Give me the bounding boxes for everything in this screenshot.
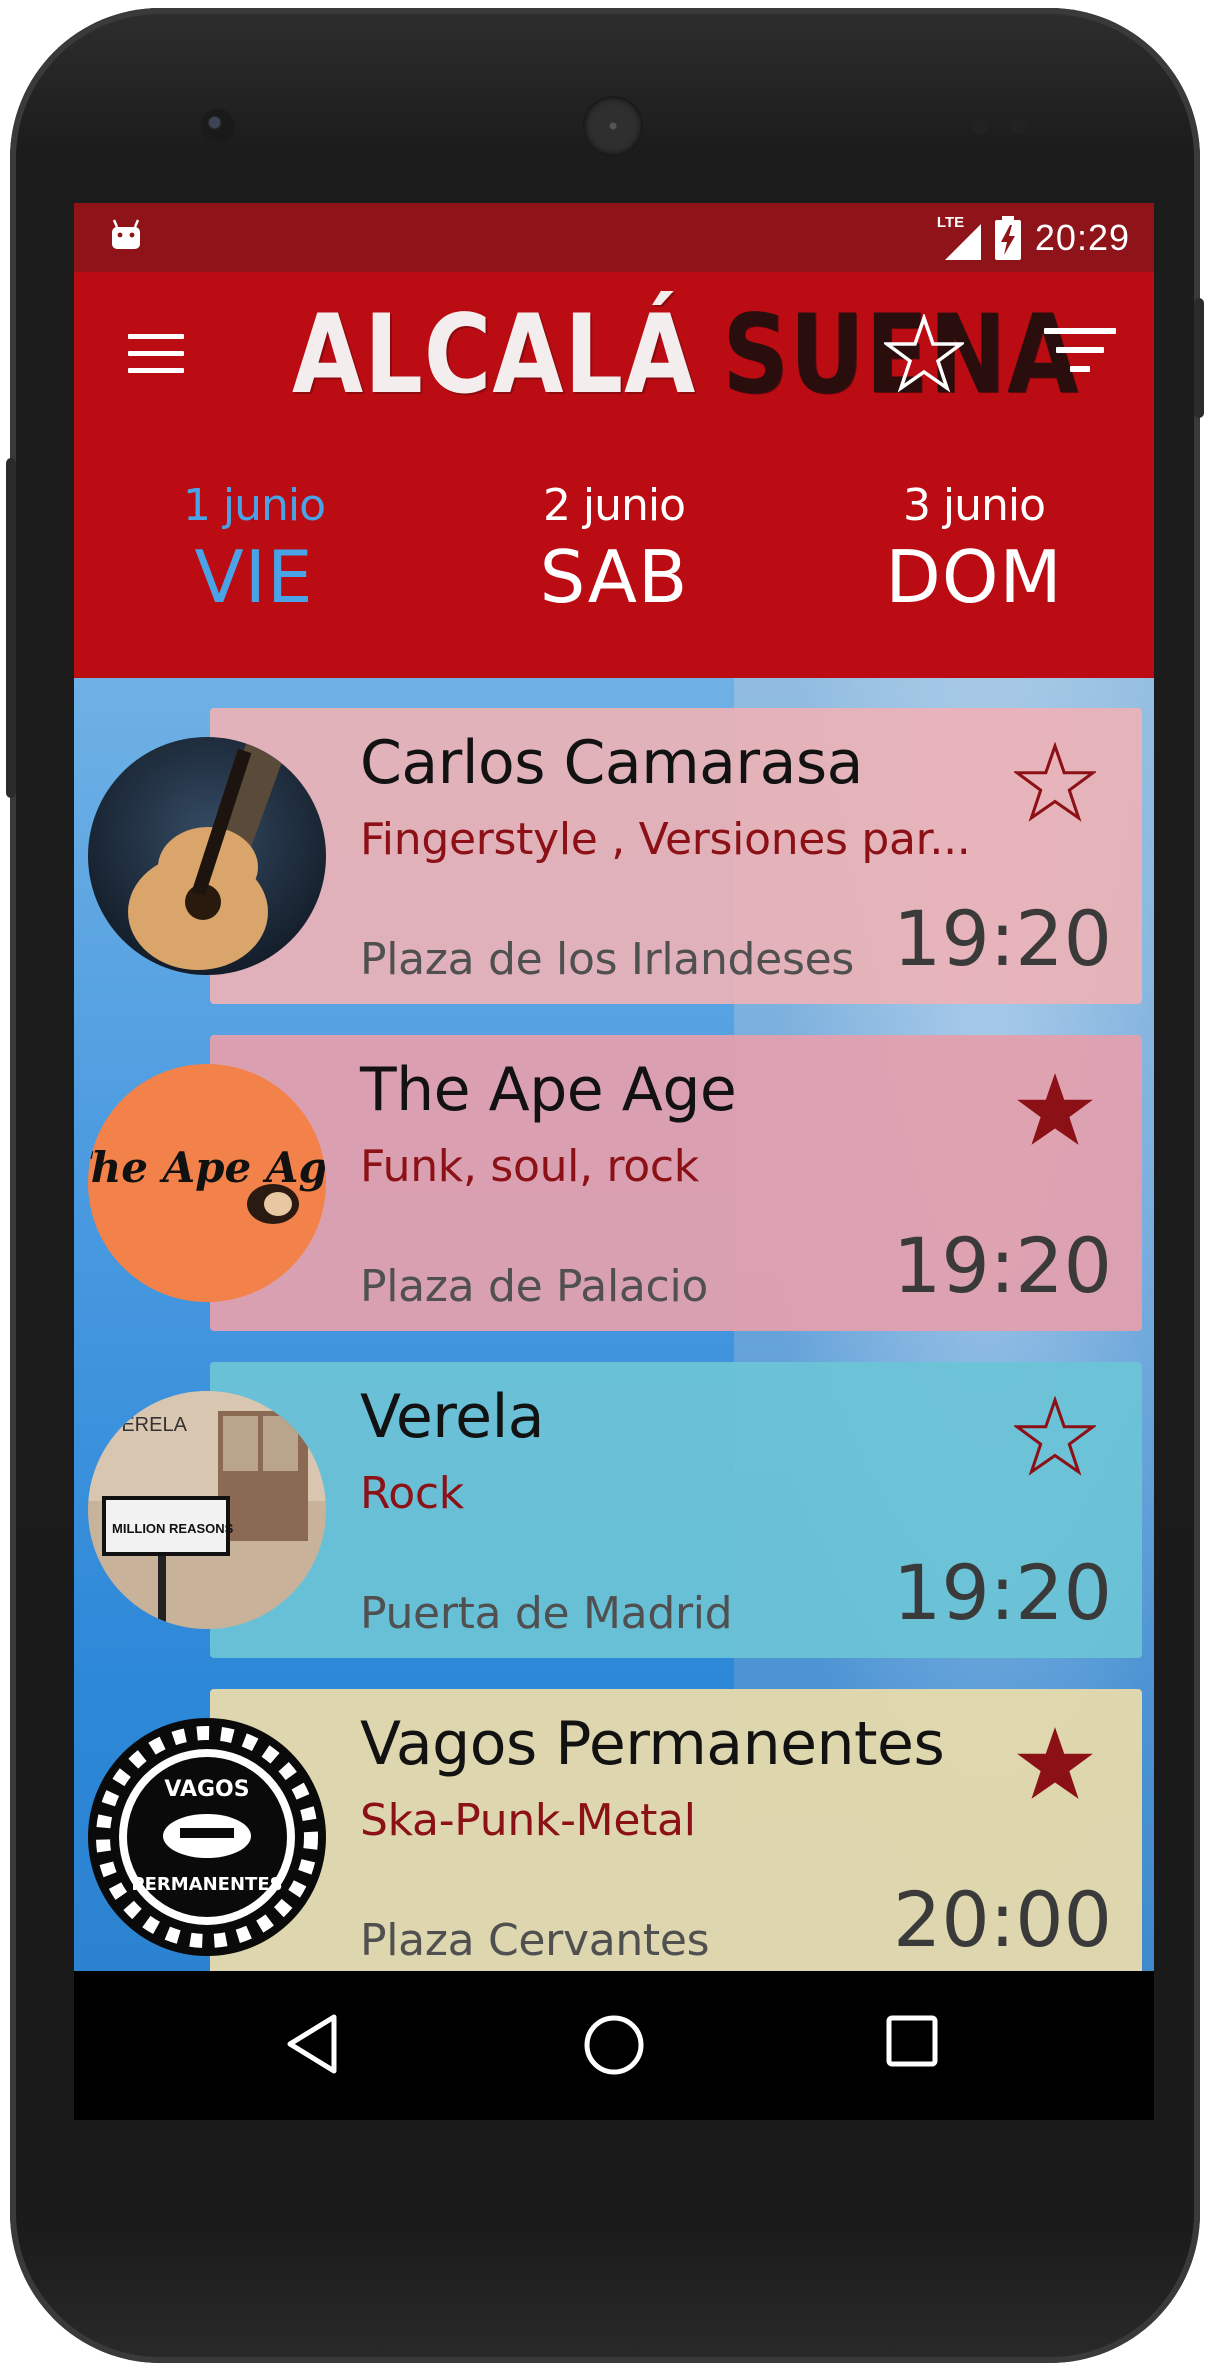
tab-vie[interactable]: 1 junio VIE [74, 462, 434, 642]
light-sensor [1010, 118, 1026, 134]
earpiece-speaker [583, 96, 643, 156]
event-genre: Funk, soul, rock [360, 1141, 699, 1192]
event-name: Vagos Permanentes [360, 1709, 945, 1779]
event-card[interactable]: Carlos Camarasa Fingerstyle , Versiones … [210, 708, 1142, 1004]
event-venue: Plaza de Palacio [360, 1261, 708, 1312]
event-genre: Fingerstyle , Versiones par... [360, 814, 971, 865]
tab-date: 3 junio [902, 480, 1046, 531]
signal-indicator: LTE [937, 214, 981, 260]
favorite-star-outline-icon[interactable] [1014, 1396, 1096, 1478]
front-camera [201, 109, 235, 143]
signal-icon [944, 223, 981, 260]
proximity-sensor [972, 118, 988, 134]
favorite-star-filled-icon[interactable] [1014, 1723, 1096, 1805]
system-navigation-bar [74, 1971, 1154, 2120]
event-time: 19:20 [892, 894, 1112, 983]
event-time: 20:00 [892, 1875, 1112, 1964]
artist-avatar-vagos-permanentes: VAGOS PERMANENTES [88, 1718, 326, 1956]
back-triangle-icon[interactable] [284, 2013, 340, 2075]
volume-button [6, 458, 16, 798]
event-venue: Puerta de Madrid [360, 1588, 733, 1639]
day-tabs: 1 junio VIE 2 junio SAB 3 junio DOM [74, 462, 1154, 642]
battery-charging-icon [994, 215, 1021, 260]
recents-square-icon[interactable] [884, 2013, 940, 2069]
event-time: 19:20 [892, 1548, 1112, 1637]
filter-icon[interactable] [1044, 328, 1116, 384]
home-circle-icon[interactable] [582, 2013, 646, 2077]
artist-avatar-verela: VERELA MILLION REASONS [88, 1391, 326, 1629]
event-name: Carlos Camarasa [360, 728, 863, 798]
artist-avatar-ape-age: The Ape Age [88, 1064, 326, 1302]
verela-sign-text: VERELA [108, 1414, 188, 1436]
favorite-star-filled-icon[interactable] [1014, 1069, 1096, 1151]
event-time: 19:20 [892, 1221, 1112, 1310]
logo-word-alcala: ALCALÁ [292, 290, 697, 418]
android-notification-icon [112, 219, 140, 249]
artist-avatar-guitar [88, 737, 326, 975]
tab-dom[interactable]: 3 junio DOM [794, 462, 1154, 642]
event-name: The Ape Age [360, 1055, 737, 1125]
tab-day: VIE [194, 535, 314, 619]
event-name: Verela [360, 1382, 545, 1452]
event-list[interactable]: Carlos Camarasa Fingerstyle , Versiones … [74, 678, 1154, 2120]
ape-age-logo-text: The Ape Age [88, 1143, 326, 1192]
tab-sab[interactable]: 2 junio SAB [434, 462, 794, 642]
event-card[interactable]: Vagos Permanentes Ska-Punk-Metal Plaza C… [210, 1689, 1142, 1989]
screen: LTE 20:29 ALCALÁ SUENA 1 junio VIE 2 jun… [74, 203, 1154, 2120]
favorites-star-icon[interactable] [884, 314, 964, 394]
permanentes-logo-text: PERMANENTES [131, 1874, 282, 1895]
vagos-logo-text: VAGOS [164, 1777, 249, 1802]
favorite-star-outline-icon[interactable] [1014, 742, 1096, 824]
event-card[interactable]: Verela Rock Puerta de Madrid 19:20 [210, 1362, 1142, 1658]
menu-icon[interactable] [128, 334, 184, 374]
status-clock: 20:29 [1034, 216, 1130, 258]
event-genre: Ska-Punk-Metal [360, 1795, 696, 1846]
event-venue: Plaza de los Irlandeses [360, 934, 854, 985]
event-card[interactable]: The Ape Age Funk, soul, rock Plaza de Pa… [210, 1035, 1142, 1331]
tab-date: 1 junio [182, 480, 326, 531]
app-bar: ALCALÁ SUENA 1 junio VIE 2 junio SAB 3 j… [74, 272, 1154, 747]
tab-date: 2 junio [542, 480, 686, 531]
million-reasons-sign-text: MILLION REASONS [112, 1521, 234, 1536]
phone-frame: LTE 20:29 ALCALÁ SUENA 1 junio VIE 2 jun… [6, 8, 1204, 2363]
tab-day: DOM [885, 535, 1063, 619]
tab-day: SAB [539, 535, 689, 619]
event-genre: Rock [360, 1468, 464, 1519]
event-venue: Plaza Cervantes [360, 1915, 710, 1966]
power-button [1194, 298, 1204, 418]
status-bar: LTE 20:29 [74, 203, 1154, 272]
